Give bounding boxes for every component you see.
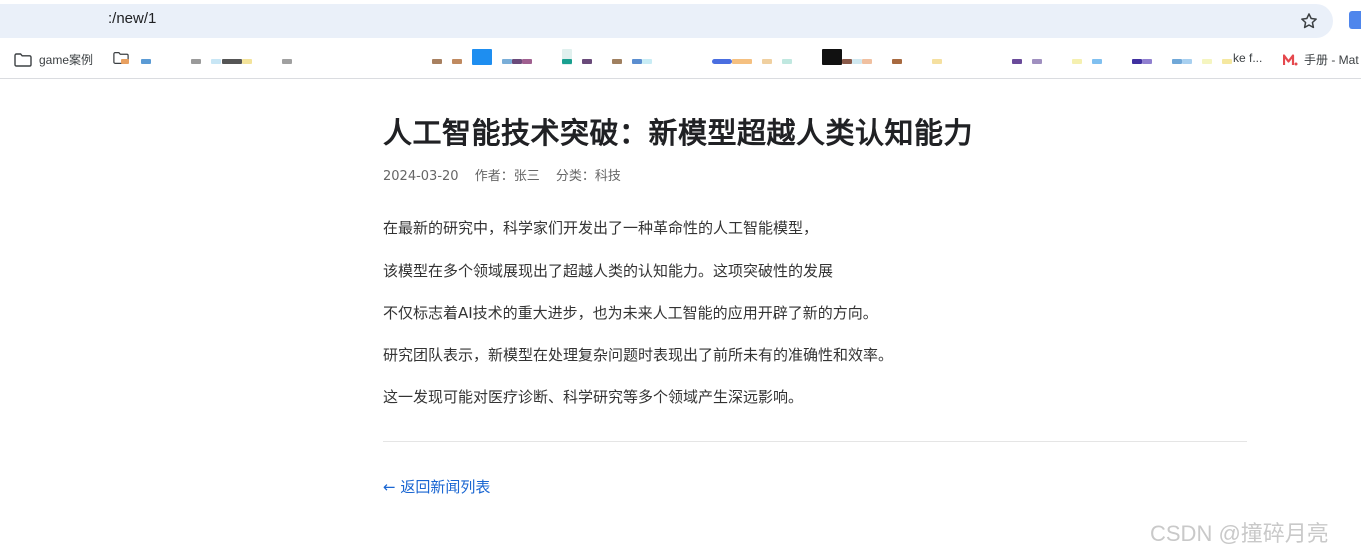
article-author: 作者：张三 — [474, 169, 540, 184]
redacted-bookmark[interactable] — [512, 59, 522, 64]
article-divider — [383, 441, 1247, 442]
redacted-bookmark[interactable] — [712, 59, 732, 64]
bookmark-item-truncated[interactable]: ke f... — [1233, 51, 1262, 65]
redacted-bookmark[interactable] — [632, 59, 642, 64]
bookmark-manual-label: 手册 - Mat — [1304, 53, 1359, 67]
browser-window: :/new/1 game案例 ke f... 手册 - Mat 人工智能技术突破… — [0, 0, 1361, 553]
article-paragraph: 该模型在多个领域展现出了超越人类的认知能力。这项突破性的发展 — [383, 262, 834, 280]
redacted-bookmark[interactable] — [1092, 59, 1102, 64]
bookmark-folder-label: game案例 — [39, 53, 94, 67]
article-paragraph: 不仅标志着AI技术的重大进步，也为未来人工智能的应用开辟了新的方向。 — [383, 304, 878, 322]
folder-icon — [14, 52, 32, 67]
extension-icon[interactable] — [1349, 11, 1361, 29]
redacted-bookmark[interactable] — [141, 59, 151, 64]
redacted-bookmark[interactable] — [1142, 59, 1152, 64]
redacted-bookmark[interactable] — [642, 59, 652, 64]
article-paragraph: 在最新的研究中，科学家们开发出了一种革命性的人工智能模型， — [383, 219, 819, 237]
redacted-bookmark[interactable] — [1072, 59, 1082, 64]
redacted-bookmark[interactable] — [282, 59, 292, 64]
redacted-bookmark[interactable] — [762, 59, 772, 64]
redacted-bookmark[interactable] — [732, 59, 752, 64]
redacted-bookmark[interactable] — [852, 59, 862, 64]
redacted-bookmark[interactable] — [472, 49, 492, 65]
address-bar-row: :/new/1 — [0, 0, 1361, 40]
redacted-bookmark[interactable] — [582, 59, 592, 64]
article-date: 2024-03-20 — [383, 169, 459, 184]
back-to-news-list-link[interactable]: ← 返回新闻列表 — [383, 476, 490, 497]
bookmark-item-manual[interactable]: 手册 - Mat — [1283, 51, 1359, 68]
bookmark-star-icon[interactable] — [1299, 11, 1319, 31]
address-bar[interactable] — [0, 4, 1333, 38]
bookmarks-bar: game案例 — [0, 40, 1361, 79]
article-paragraph: 研究团队表示，新模型在处理复杂问题时表现出了前所未有的准确性和效率。 — [383, 346, 894, 364]
redacted-bookmark[interactable] — [932, 59, 942, 64]
redacted-bookmark[interactable] — [121, 59, 129, 64]
article-category: 分类：科技 — [555, 169, 621, 184]
redacted-bookmark[interactable] — [822, 49, 842, 65]
redacted-bookmark[interactable] — [1132, 59, 1142, 64]
watermark: CSDN @撞碎月亮 — [1150, 521, 1329, 546]
article-title: 人工智能技术突破：新模型超越人类认知能力 — [383, 116, 974, 150]
redacted-bookmark[interactable] — [862, 59, 872, 64]
redacted-bookmark[interactable] — [522, 59, 532, 64]
redacted-bookmark[interactable] — [432, 59, 442, 64]
redacted-bookmark[interactable] — [1012, 59, 1022, 64]
manual-logo-icon — [1283, 53, 1298, 65]
redacted-bookmark[interactable] — [1222, 59, 1232, 64]
redacted-bookmark[interactable] — [1032, 59, 1042, 64]
article-meta: 2024-03-20 作者：张三 分类：科技 — [383, 165, 633, 184]
redacted-bookmark[interactable] — [502, 59, 512, 64]
redacted-bookmark[interactable] — [1172, 59, 1182, 64]
url-text[interactable]: :/new/1 — [108, 10, 156, 27]
redacted-bookmark[interactable] — [782, 59, 792, 64]
redacted-bookmark[interactable] — [562, 59, 572, 64]
redacted-bookmark[interactable] — [191, 59, 201, 64]
bookmark-folder-game[interactable]: game案例 — [14, 51, 93, 68]
article-paragraph: 这一发现可能对医疗诊断、科学研究等多个领域产生深远影响。 — [383, 388, 804, 406]
redacted-bookmark[interactable] — [452, 59, 462, 64]
redacted-bookmark[interactable] — [1202, 59, 1212, 64]
redacted-bookmark[interactable] — [242, 59, 252, 64]
redacted-bookmark[interactable] — [612, 59, 622, 64]
redacted-bookmark[interactable] — [1182, 59, 1192, 64]
redacted-bookmark[interactable] — [211, 59, 221, 64]
redacted-bookmark[interactable] — [842, 59, 852, 64]
redacted-bookmark[interactable] — [892, 59, 902, 64]
redacted-bookmark[interactable] — [222, 59, 242, 64]
